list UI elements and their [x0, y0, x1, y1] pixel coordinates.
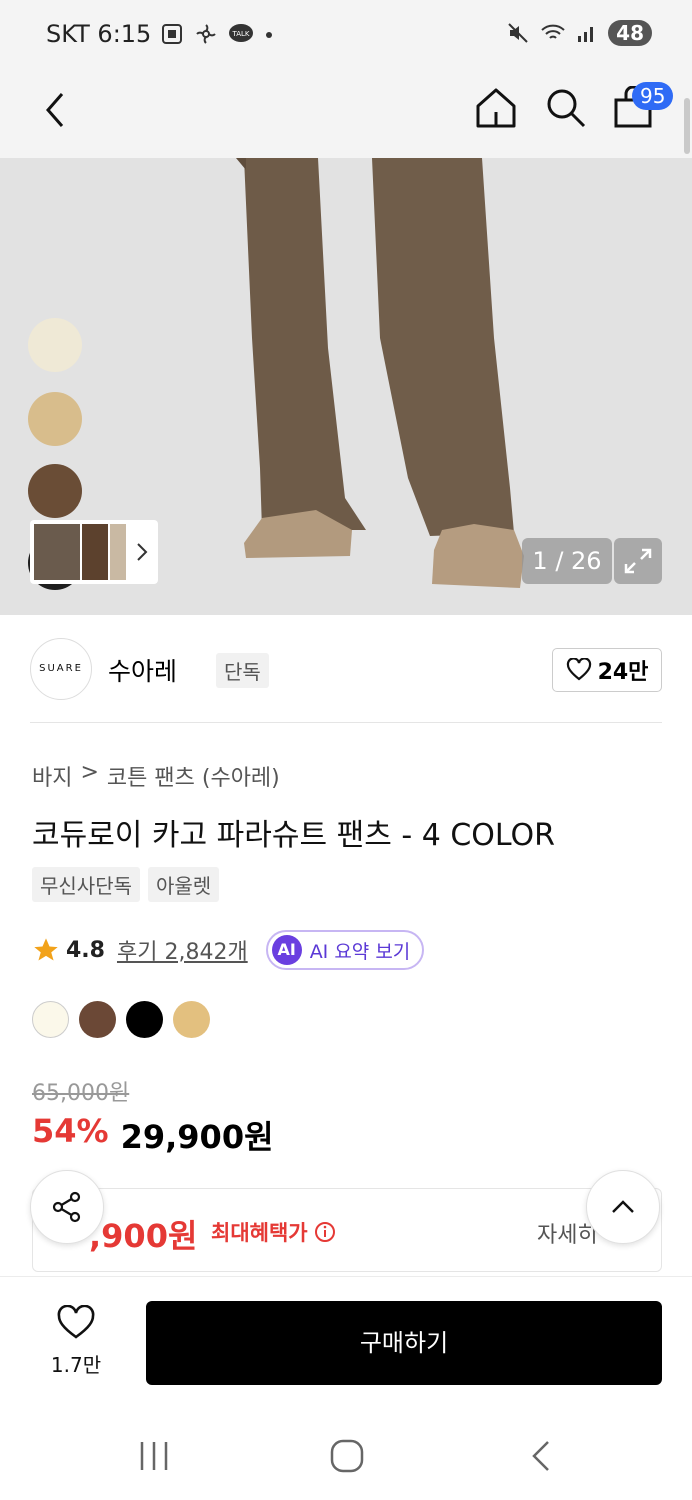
- product-title: 코듀로이 카고 파라슈트 팬츠 - 4 COLOR: [32, 818, 555, 853]
- share-icon: [52, 1191, 81, 1223]
- share-button[interactable]: [30, 1170, 104, 1244]
- thumbnail-image[interactable]: [110, 524, 126, 580]
- svg-text:TALK: TALK: [231, 30, 249, 38]
- heart-icon: [57, 1304, 95, 1339]
- product-image-carousel[interactable]: 1 / 26: [0, 158, 692, 615]
- mute-icon: [508, 23, 528, 43]
- screenshot-icon: [162, 24, 182, 44]
- top-nav: 95: [0, 70, 692, 158]
- rating-score: 4.8: [66, 937, 105, 963]
- color-option-black[interactable]: [126, 1001, 163, 1038]
- breadcrumb: 바지 > 코튼 팬츠 (수아레): [32, 760, 280, 792]
- star-icon: [34, 938, 58, 961]
- ai-summary-button[interactable]: AI AI 요약 보기: [265, 930, 425, 970]
- brand-name[interactable]: 수아레: [108, 652, 177, 688]
- color-swatch-beige[interactable]: [28, 392, 82, 446]
- brand-like-count: 24만: [597, 660, 649, 685]
- benefit-price: ,900원: [89, 1217, 198, 1255]
- color-options: [32, 1001, 210, 1038]
- chevron-up-icon: [612, 1200, 634, 1213]
- expand-icon: [624, 548, 652, 574]
- search-icon[interactable]: [544, 86, 588, 130]
- wishlist-button[interactable]: 1.7만: [46, 1304, 106, 1378]
- color-option-cream[interactable]: [32, 1001, 69, 1038]
- color-option-brown[interactable]: [79, 1001, 116, 1038]
- scrollbar[interactable]: [684, 98, 690, 154]
- signal-icon: [578, 27, 594, 42]
- product-tag: 아울렛: [148, 867, 220, 902]
- breadcrumb-subcategory[interactable]: 코튼 팬츠 (수아레): [107, 760, 280, 792]
- dot-icon: [266, 32, 272, 38]
- original-price: 65,000원: [32, 1081, 130, 1106]
- image-counter: 1 / 26: [522, 538, 612, 584]
- wifi-icon: [541, 24, 565, 39]
- breadcrumb-separator: >: [80, 760, 99, 785]
- discount-rate: 54%: [32, 1112, 109, 1150]
- back-icon[interactable]: [36, 88, 76, 132]
- battery-indicator: 48: [608, 20, 652, 46]
- status-time: SKT 6:15: [46, 20, 152, 48]
- brand-row: SUARE 수아레 단독 24만: [30, 638, 662, 700]
- system-navigation-bar: [0, 1404, 692, 1500]
- status-bar: SKT 6:15 TALK 48: [0, 0, 692, 70]
- product-tag: 무신사단독: [32, 867, 140, 902]
- wishlist-count: 1.7만: [50, 1353, 102, 1377]
- thumbnail-strip[interactable]: [30, 520, 158, 584]
- color-swatch-brown[interactable]: [28, 464, 82, 518]
- color-swatch-cream[interactable]: [28, 318, 82, 372]
- bottom-action-bar: 1.7만 구매하기: [0, 1276, 692, 1404]
- thumbnail-image[interactable]: [34, 524, 80, 580]
- back-button-icon[interactable]: [522, 1436, 562, 1476]
- ai-icon: AI: [271, 935, 302, 965]
- buy-button[interactable]: 구매하기: [146, 1301, 662, 1385]
- rating-row: 4.8 후기 2,842개 AI AI 요약 보기: [32, 930, 425, 970]
- brand-like-button[interactable]: 24만: [552, 648, 662, 692]
- cart-count-badge: 95: [632, 82, 674, 110]
- product-tags: 무신사단독 아울렛: [32, 867, 220, 902]
- brand-logo[interactable]: SUARE: [30, 638, 92, 700]
- color-option-beige[interactable]: [173, 1001, 210, 1038]
- ai-summary-label: AI 요약 보기: [309, 940, 411, 963]
- exclusive-tag: 단독: [216, 653, 269, 688]
- expand-button[interactable]: [614, 538, 662, 584]
- info-icon[interactable]: [314, 1221, 336, 1243]
- sale-price: 54% 29,900원: [32, 1112, 274, 1158]
- price-value: 29,900원: [120, 1118, 274, 1156]
- scroll-top-button[interactable]: [586, 1170, 660, 1244]
- breadcrumb-category[interactable]: 바지: [32, 760, 72, 792]
- talk-icon: TALK: [229, 24, 253, 42]
- reviews-link[interactable]: 후기 2,842개: [117, 934, 248, 966]
- divider: [30, 722, 662, 723]
- thumbnail-image[interactable]: [82, 524, 108, 580]
- chevron-right-icon[interactable]: [132, 540, 152, 564]
- max-benefit-box[interactable]: ,900원 최대혜택가 자세히: [32, 1188, 662, 1272]
- home-icon[interactable]: [474, 86, 518, 130]
- heart-icon: [566, 658, 591, 681]
- recent-apps-icon[interactable]: [134, 1436, 174, 1476]
- pinwheel-icon: [196, 24, 216, 44]
- home-button-icon[interactable]: [327, 1436, 367, 1476]
- benefit-label: 최대혜택가: [211, 1217, 336, 1247]
